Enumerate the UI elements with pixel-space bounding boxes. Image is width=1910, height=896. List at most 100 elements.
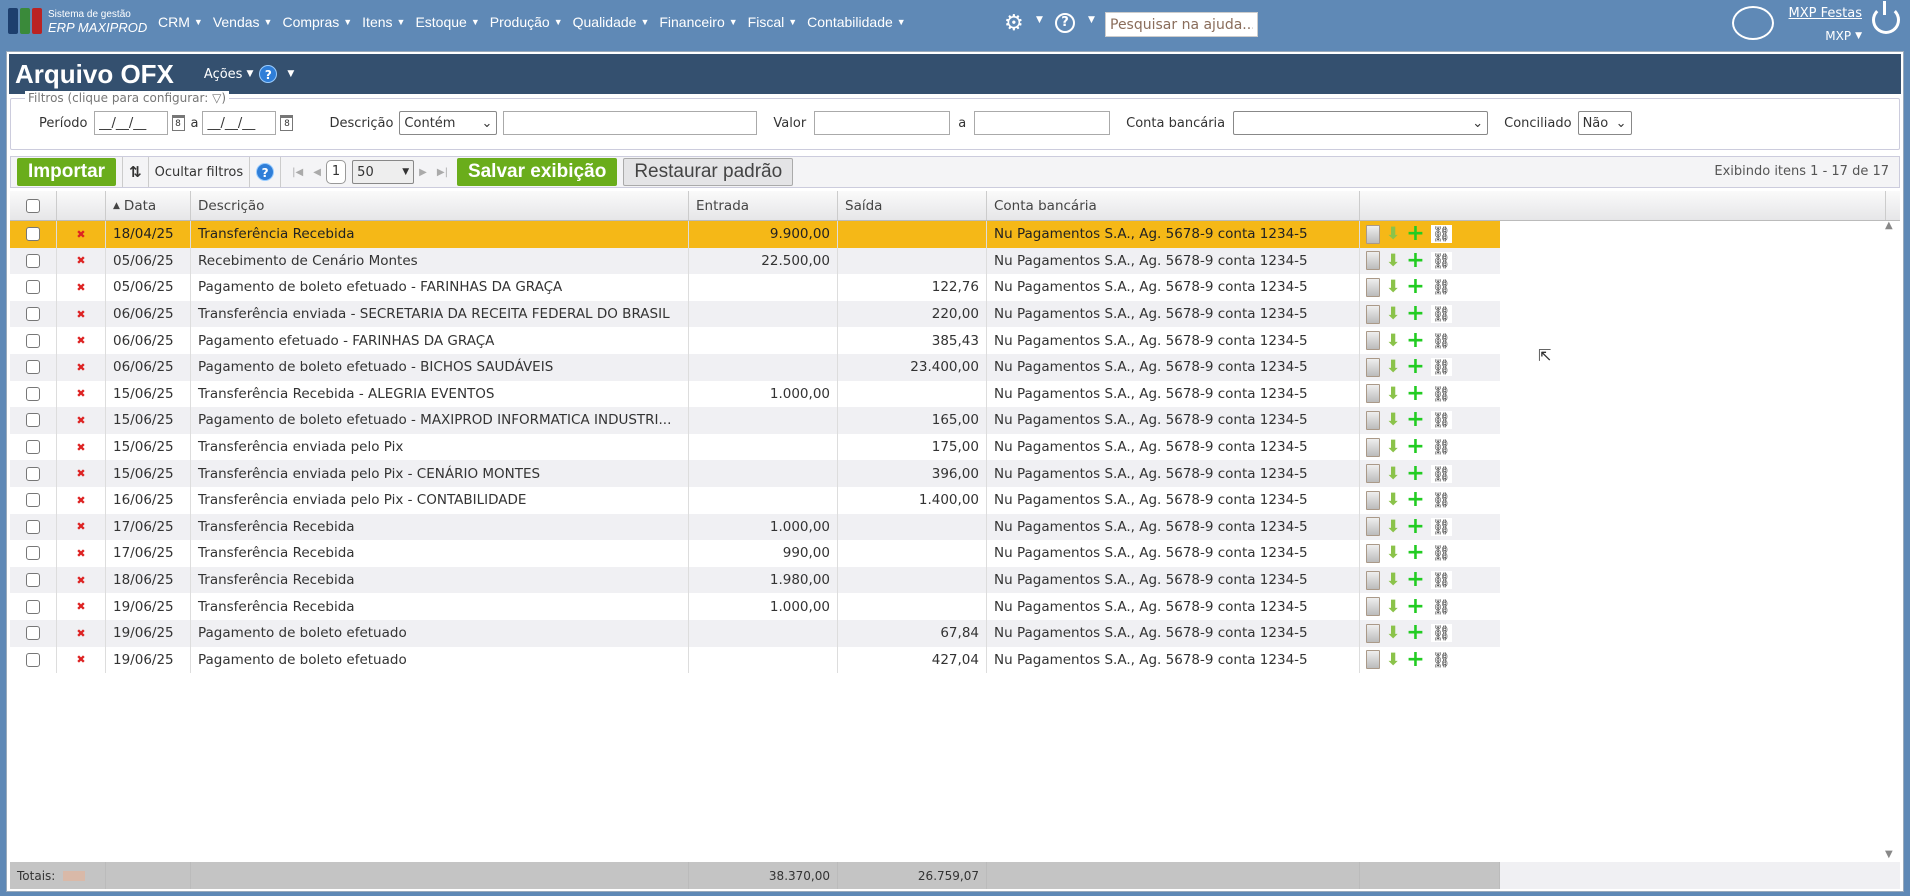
menu-item-compras[interactable]: Compras ▼ xyxy=(282,14,359,30)
link-icon[interactable]: ⛓ xyxy=(1430,305,1452,324)
next-page-icon[interactable]: ▶ xyxy=(419,167,427,178)
link-icon[interactable]: ⛓ xyxy=(1430,225,1452,244)
row-checkbox[interactable] xyxy=(26,626,40,641)
clipboard-icon[interactable] xyxy=(1366,570,1380,590)
arrow-down-icon[interactable]: ⬇ xyxy=(1386,517,1400,537)
descricao-input[interactable] xyxy=(503,111,758,135)
link-icon[interactable]: ⛓ xyxy=(1430,650,1452,669)
plus-icon[interactable]: + xyxy=(1406,249,1424,272)
period-start-input[interactable] xyxy=(93,111,168,135)
link-icon[interactable]: ⛓ xyxy=(1430,544,1452,563)
delete-icon[interactable]: ✖ xyxy=(76,574,85,587)
delete-icon[interactable]: ✖ xyxy=(76,281,85,294)
table-row[interactable]: ✖ 18/06/25 Transferência Recebida 1.980,00 N… xyxy=(10,566,1500,594)
row-checkbox-cell[interactable] xyxy=(10,221,57,248)
clipboard-icon[interactable] xyxy=(1366,623,1380,643)
link-icon[interactable]: ⛓ xyxy=(1430,331,1452,350)
clipboard-icon[interactable] xyxy=(1366,517,1380,537)
arrow-down-icon[interactable]: ⬇ xyxy=(1386,224,1400,244)
delete-cell[interactable]: ✖ xyxy=(57,620,106,647)
clipboard-icon[interactable] xyxy=(1366,543,1380,563)
menu-item-qualidade[interactable]: Qualidade ▼ xyxy=(573,14,657,30)
delete-icon[interactable]: ✖ xyxy=(76,520,85,533)
delete-cell[interactable]: ✖ xyxy=(57,221,106,248)
arrow-down-icon[interactable]: ⬇ xyxy=(1386,304,1400,324)
table-row[interactable]: ✖ 15/06/25 Transferência enviada pelo Pix 1… xyxy=(10,433,1500,461)
table-row[interactable]: ✖ 19/06/25 Transferência Recebida 1.000,00 N… xyxy=(10,593,1500,620)
delete-icon[interactable]: ✖ xyxy=(76,494,85,507)
descricao-mode-select[interactable]: Contém ⌄ xyxy=(399,111,498,135)
menu-item-contabilidade[interactable]: Contabilidade ▼ xyxy=(807,14,913,30)
row-checkbox-cell[interactable] xyxy=(10,513,57,541)
plus-icon[interactable]: + xyxy=(1406,329,1424,352)
plus-icon[interactable]: + xyxy=(1406,595,1424,618)
delete-icon[interactable]: ✖ xyxy=(76,254,85,267)
row-checkbox[interactable] xyxy=(26,440,40,455)
company-selector[interactable]: MXP ▼ xyxy=(1782,29,1862,43)
clipboard-icon[interactable] xyxy=(1366,490,1380,510)
table-row[interactable]: ✖ 06/06/25 Transferência enviada - SECRETA… xyxy=(10,300,1500,328)
plus-icon[interactable]: + xyxy=(1406,569,1424,591)
row-checkbox[interactable] xyxy=(26,280,40,295)
row-checkbox[interactable] xyxy=(26,573,40,588)
row-checkbox[interactable] xyxy=(26,333,40,348)
clipboard-icon[interactable] xyxy=(1366,224,1380,244)
page-size-select[interactable]: 50 ▼ xyxy=(352,160,415,184)
row-checkbox-cell[interactable] xyxy=(10,274,57,301)
table-row[interactable]: ✖ 15/06/25 Pagamento de boleto efetuado - … xyxy=(10,407,1500,434)
plus-icon[interactable]: + xyxy=(1406,542,1424,564)
save-view-button[interactable]: Salvar exibição xyxy=(456,158,618,186)
delete-cell[interactable]: ✖ xyxy=(57,354,106,381)
plus-icon[interactable]: + xyxy=(1406,622,1424,644)
menu-item-fiscal[interactable]: Fiscal ▼ xyxy=(748,14,804,30)
table-row[interactable]: ✖ 05/06/25 Pagamento de boleto efetuado - … xyxy=(10,274,1500,301)
arrow-down-icon[interactable]: ⬇ xyxy=(1386,277,1400,297)
row-checkbox[interactable] xyxy=(26,652,40,667)
row-checkbox-cell[interactable] xyxy=(10,247,57,275)
row-checkbox[interactable] xyxy=(26,253,40,268)
header-date[interactable]: ▲ Data xyxy=(106,191,191,220)
delete-cell[interactable]: ✖ xyxy=(57,327,106,354)
delete-icon[interactable]: ✖ xyxy=(76,653,85,666)
page-number-input[interactable]: 1 xyxy=(325,160,347,184)
row-checkbox-cell[interactable] xyxy=(10,540,57,567)
link-icon[interactable]: ⛓ xyxy=(1430,517,1452,536)
link-icon[interactable]: ⛓ xyxy=(1430,597,1452,616)
row-checkbox-cell[interactable] xyxy=(10,354,57,381)
link-icon[interactable]: ⛓ xyxy=(1430,278,1452,297)
clipboard-icon[interactable] xyxy=(1366,437,1380,457)
logo[interactable]: Sistema de gestão ERP MAXIPROD xyxy=(8,8,147,34)
plus-icon[interactable]: + xyxy=(1406,303,1424,325)
row-checkbox-cell[interactable] xyxy=(10,327,57,354)
help-icon[interactable]: ? xyxy=(256,163,275,181)
delete-icon[interactable]: ✖ xyxy=(76,547,85,560)
gear-icon[interactable]: ⚙ xyxy=(1004,11,1024,36)
conta-select[interactable]: ⌄ xyxy=(1233,111,1489,135)
clipboard-icon[interactable] xyxy=(1366,277,1380,297)
filters-legend[interactable]: Filtros (clique para configurar: ▽) xyxy=(25,91,230,105)
row-checkbox-cell[interactable] xyxy=(10,407,57,434)
row-checkbox[interactable] xyxy=(26,466,40,481)
valor-max-input[interactable] xyxy=(974,111,1111,135)
arrow-down-icon[interactable]: ⬇ xyxy=(1386,331,1400,351)
link-icon[interactable]: ⛓ xyxy=(1430,251,1452,270)
arrow-down-icon[interactable]: ⬇ xyxy=(1386,570,1400,590)
help-icon[interactable]: ? xyxy=(1055,13,1075,33)
table-row[interactable]: ✖ 15/06/25 Transferência Recebida - ALEGRI… xyxy=(10,380,1500,408)
refresh-icon[interactable]: ⇅ xyxy=(129,163,142,181)
calendar-icon[interactable]: 8 xyxy=(280,115,294,131)
menu-item-itens[interactable]: Itens ▼ xyxy=(362,14,412,30)
link-icon[interactable]: ⛓ xyxy=(1430,411,1452,430)
row-checkbox[interactable] xyxy=(26,599,40,614)
table-row[interactable]: ✖ 06/06/25 Pagamento de boleto efetuado - … xyxy=(10,354,1500,381)
row-checkbox[interactable] xyxy=(26,307,40,322)
delete-cell[interactable]: ✖ xyxy=(57,433,106,461)
row-checkbox-cell[interactable] xyxy=(10,487,57,514)
header-conta[interactable]: Conta bancária xyxy=(987,191,1360,220)
header-saida[interactable]: Saída xyxy=(838,191,987,220)
table-row[interactable]: ✖ 19/06/25 Pagamento de boleto efetuado 67,… xyxy=(10,620,1500,647)
table-row[interactable]: ✖ 19/06/25 Pagamento de boleto efetuado 427… xyxy=(10,646,1500,674)
delete-icon[interactable]: ✖ xyxy=(76,600,85,613)
table-row[interactable]: ✖ 05/06/25 Recebimento de Cenário Montes 22… xyxy=(10,247,1500,275)
import-button[interactable]: Importar xyxy=(17,158,117,186)
